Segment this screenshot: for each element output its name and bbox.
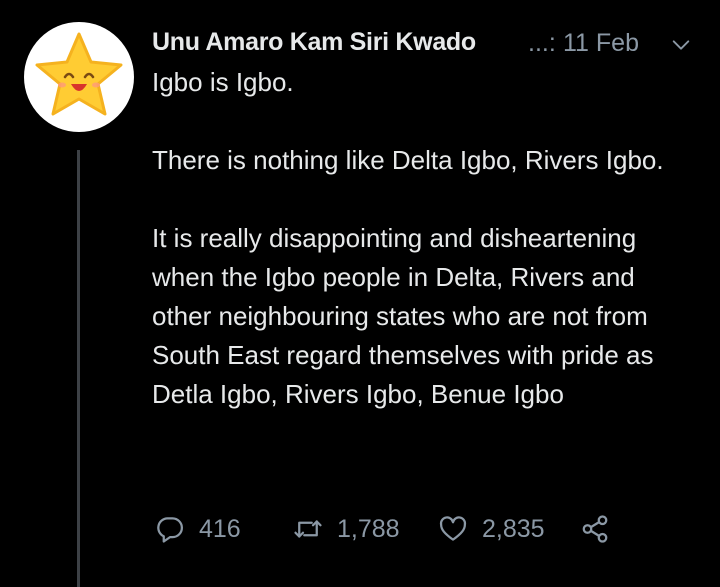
tweet-date[interactable]: 11 Feb bbox=[563, 29, 639, 58]
tweet-actions: 416 1,788 2,835 bbox=[155, 512, 655, 546]
retweet-icon bbox=[294, 520, 322, 538]
reply-count: 416 bbox=[199, 514, 241, 543]
avatar[interactable] bbox=[24, 22, 134, 132]
tweet-header: Unu Amaro Kam Siri Kwado ...: 11 Feb bbox=[152, 26, 700, 62]
reply-button[interactable]: 416 bbox=[155, 512, 241, 546]
tweet-paragraph: Igbo is Igbo. bbox=[152, 67, 294, 97]
share-button[interactable] bbox=[580, 512, 610, 546]
share-icon bbox=[582, 515, 608, 543]
reply-icon bbox=[157, 517, 183, 543]
like-button[interactable]: 2,835 bbox=[438, 512, 545, 546]
tweet-paragraph: There is nothing like Delta Igbo, Rivers… bbox=[152, 145, 664, 175]
tweet-text: Igbo is Igbo. There is nothing like Delt… bbox=[152, 63, 692, 414]
chevron-down-icon[interactable] bbox=[670, 34, 692, 56]
retweet-button[interactable]: 1,788 bbox=[293, 512, 400, 546]
handle-truncated[interactable]: ...: bbox=[528, 29, 556, 58]
like-count: 2,835 bbox=[482, 514, 545, 543]
star-emoji-icon bbox=[35, 32, 123, 116]
heart-icon bbox=[439, 516, 467, 541]
display-name[interactable]: Unu Amaro Kam Siri Kwado bbox=[152, 28, 476, 57]
thread-line bbox=[77, 150, 80, 587]
tweet-paragraph: It is really disappointing and dishearte… bbox=[152, 223, 654, 409]
retweet-count: 1,788 bbox=[337, 514, 400, 543]
